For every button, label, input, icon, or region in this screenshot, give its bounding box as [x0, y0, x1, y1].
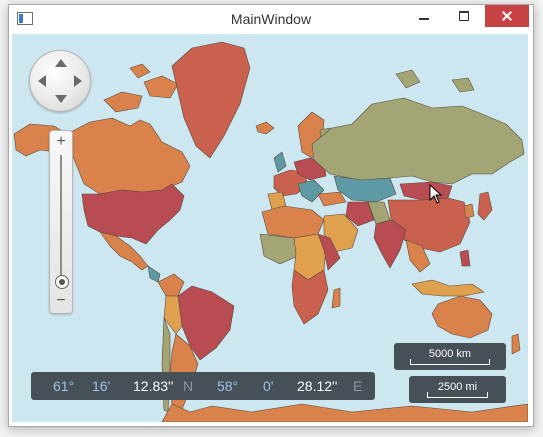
pan-up-arrow-icon[interactable]	[55, 59, 67, 67]
latitude-minutes: 16'	[92, 378, 111, 394]
map-region-mongolia	[399, 181, 453, 201]
map-region-turkey	[317, 191, 347, 207]
zoom-slider[interactable]: + −	[49, 130, 73, 314]
zoom-in-button[interactable]: +	[50, 134, 72, 150]
scale-mi-panel: 2500 mi	[409, 376, 506, 403]
map-region-new-zealand	[511, 333, 521, 355]
map-region-indonesia	[411, 279, 485, 297]
map-region-colombia	[157, 273, 185, 297]
map-region-north-africa	[261, 205, 325, 239]
map-region-philippines	[459, 249, 471, 267]
map-region-greenland	[171, 41, 251, 159]
mouse-pointer-icon	[429, 184, 443, 204]
longitude-seconds: 28.12''	[297, 378, 338, 394]
zoom-track[interactable]	[60, 155, 62, 285]
map-region-madagascar	[331, 287, 341, 309]
map-region-usa	[81, 183, 185, 245]
zoom-out-button[interactable]: −	[50, 293, 72, 309]
latitude-seconds: 12.83''	[133, 378, 174, 394]
maximize-button[interactable]	[445, 5, 483, 27]
pan-down-arrow-icon[interactable]	[55, 95, 67, 103]
map-region-australia	[431, 295, 493, 339]
map-region-iceland	[255, 121, 275, 135]
map-region-central-america	[147, 265, 161, 283]
zoom-thumb[interactable]	[55, 275, 69, 290]
title-bar[interactable]: MainWindow	[9, 5, 533, 33]
longitude-direction: E	[353, 378, 363, 394]
coordinates-panel: 61° 16' 12.83'' N 58° 0' 28.12'' E	[31, 372, 375, 400]
minimize-button[interactable]	[405, 5, 443, 27]
scale-mi-bar	[427, 392, 488, 398]
pan-navigator[interactable]	[29, 50, 91, 112]
close-button[interactable]	[485, 5, 529, 27]
map-region-arctic-russia	[395, 69, 475, 93]
map-view[interactable]: + − 61° 16' 12.83'' N 58° 0' 28.12'' E 5…	[12, 34, 528, 422]
pan-right-arrow-icon[interactable]	[74, 75, 82, 87]
latitude-degrees: 61°	[53, 378, 75, 394]
main-window: MainWindow + − 61° 16' 12.83'' N 58° 0' …	[8, 4, 534, 427]
pan-left-arrow-icon[interactable]	[38, 75, 46, 87]
map-region-arctic-islands	[103, 63, 179, 113]
map-region-japan	[477, 191, 493, 221]
map-region-antarctica	[161, 403, 528, 422]
map-region-uk	[273, 151, 287, 173]
longitude-minutes: 0'	[263, 378, 274, 394]
scale-km-panel: 5000 km	[394, 343, 506, 370]
latitude-direction: N	[183, 378, 194, 394]
map-region-india	[373, 219, 407, 269]
map-region-russia	[311, 97, 525, 185]
longitude-degrees: 58°	[217, 378, 239, 394]
map-region-west-africa	[259, 233, 299, 265]
scale-km-bar	[410, 359, 490, 365]
map-region-canada	[66, 117, 191, 195]
map-region-korea	[463, 203, 475, 219]
